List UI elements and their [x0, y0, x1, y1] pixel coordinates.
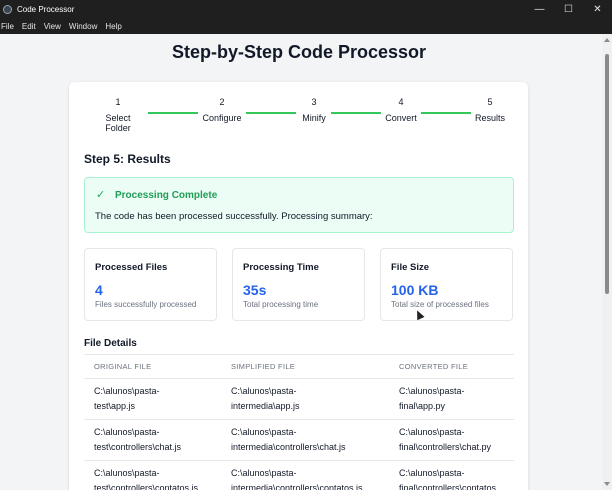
window-title: Code Processor — [17, 4, 75, 14]
step-1[interactable]: 1 Select Folder — [93, 97, 143, 133]
minimize-button[interactable]: — — [525, 0, 554, 18]
vertical-scrollbar[interactable] — [602, 34, 612, 490]
file-details-title: File Details — [84, 338, 137, 349]
step-number: 5 — [487, 97, 493, 107]
title-bar: Code Processor — ☐ ✕ — [0, 0, 612, 18]
table-row: C:\alunos\pasta- test\controllers\contat… — [84, 461, 514, 490]
page-title: Step-by-Step Code Processor — [171, 42, 427, 62]
step-number: 4 — [398, 97, 404, 107]
file-details-table: ORIGINAL FILE SIMPLIFIED FILE CONVERTED … — [84, 354, 514, 490]
menu-view[interactable]: View — [40, 22, 65, 31]
menu-bar: File Edit View Window Help — [0, 18, 612, 34]
column-header-simplified: SIMPLIFIED FILE — [231, 362, 296, 371]
step-connector — [148, 112, 198, 114]
main-content: Step-by-Step Code Processor 1 Select Fol… — [0, 34, 602, 490]
simplified-file-cell: C:\alunos\pasta- intermedia\controllers\… — [231, 468, 363, 490]
stat-value: 100 KB — [391, 282, 439, 298]
table-header: ORIGINAL FILE SIMPLIFIED FILE CONVERTED … — [84, 355, 514, 379]
step-4[interactable]: 4 Convert — [379, 97, 423, 123]
success-message: The code has been processed successfully… — [95, 211, 373, 222]
close-button[interactable]: ✕ — [583, 0, 612, 18]
step-label: Results — [474, 113, 505, 123]
original-file-cell: C:\alunos\pasta- test\controllers\chat.j… — [94, 427, 182, 452]
stat-value: 4 — [95, 282, 103, 298]
step-3[interactable]: 3 Minify — [293, 97, 335, 123]
stat-file-size: File Size 100 KB Total size of processed… — [380, 248, 513, 321]
column-header-original: ORIGINAL FILE — [94, 362, 152, 371]
converted-file-cell: C:\alunos\pasta- final\controllers\conta… — [399, 468, 497, 490]
success-heading: Processing Complete — [115, 190, 218, 201]
maximize-button[interactable]: ☐ — [554, 0, 583, 18]
step-label: Convert — [385, 113, 417, 123]
converted-file-cell: C:\alunos\pasta- final\app.py — [399, 386, 465, 411]
app-icon — [3, 4, 12, 14]
stat-label: Processing Time — [243, 262, 319, 273]
original-file-cell: C:\alunos\pasta- test\app.js — [94, 386, 160, 411]
check-icon: ✓ — [96, 189, 106, 201]
step-2[interactable]: 2 Configure — [197, 97, 247, 123]
scroll-up-icon[interactable] — [604, 38, 610, 42]
menu-file[interactable]: File — [0, 22, 18, 31]
scroll-down-icon[interactable] — [604, 482, 610, 486]
column-header-converted: CONVERTED FILE — [399, 362, 469, 371]
stat-processed-files: Processed Files 4 Files successfully pro… — [84, 248, 217, 321]
original-file-cell: C:\alunos\pasta- test\controllers\contat… — [94, 468, 199, 490]
step-label: Minify — [302, 113, 326, 123]
menu-edit[interactable]: Edit — [18, 22, 40, 31]
simplified-file-cell: C:\alunos\pasta- intermedia\app.js — [231, 386, 300, 411]
converted-file-cell: C:\alunos\pasta- final\controllers\chat.… — [399, 427, 492, 452]
menu-help[interactable]: Help — [101, 22, 125, 31]
stat-label: File Size — [391, 262, 430, 273]
step-connector — [331, 112, 381, 114]
stat-label: Processed Files — [95, 262, 168, 273]
step-connector — [246, 112, 296, 114]
table-row: C:\alunos\pasta- test\controllers\chat.j… — [84, 420, 514, 461]
simplified-file-cell: C:\alunos\pasta- intermedia\controllers\… — [231, 427, 346, 452]
stat-description: Total processing time — [243, 300, 319, 309]
step-number: 1 — [115, 97, 121, 107]
stat-description: Files successfully processed — [95, 300, 197, 309]
menu-window[interactable]: Window — [65, 22, 101, 31]
stat-processing-time: Processing Time 35s Total processing tim… — [232, 248, 365, 321]
step-connector — [421, 112, 471, 114]
processor-card: 1 Select Folder 2 Configure 3 Minify 4 C… — [69, 82, 528, 490]
scrollbar-thumb[interactable] — [605, 54, 609, 294]
step-label: Select Folder — [105, 113, 131, 133]
step-5[interactable]: 5 Results — [470, 97, 510, 123]
stat-value: 35s — [243, 282, 267, 298]
step-label: Configure — [202, 113, 242, 123]
success-alert: ✓ Processing Complete The code has been … — [84, 177, 514, 233]
table-row: C:\alunos\pasta- test\app.js C:\alunos\p… — [84, 379, 514, 420]
stat-description: Total size of processed files — [391, 300, 489, 309]
step-number: 3 — [311, 97, 317, 107]
step-number: 2 — [219, 97, 225, 107]
section-title: Step 5: Results — [84, 152, 171, 166]
